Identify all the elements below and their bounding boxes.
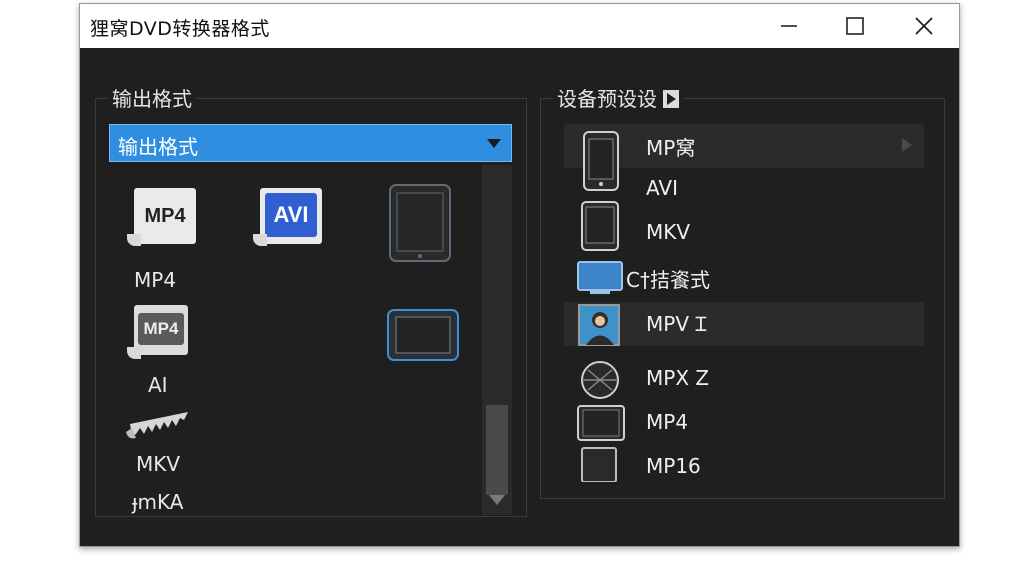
- scroll-down-arrow-icon[interactable]: [489, 495, 505, 505]
- device-item[interactable]: MP16: [564, 446, 924, 490]
- format-item-ai[interactable]: MP4 AI: [124, 303, 204, 403]
- close-icon: [915, 17, 933, 35]
- mp4-file-icon: MP4: [134, 188, 196, 244]
- minimize-button[interactable]: [760, 4, 818, 48]
- avi-badge-text: AVI: [273, 202, 309, 227]
- output-format-dropdown[interactable]: 输出格式: [109, 124, 512, 162]
- tablet-landscape-icon: [577, 405, 625, 441]
- monitor-icon: [577, 261, 623, 294]
- device-icon: [581, 447, 617, 482]
- device-item-label: AVI: [646, 176, 678, 200]
- device-item-label: MP窝: [646, 136, 696, 160]
- mp4-small-inner: MP4: [138, 313, 184, 345]
- device-presets-group-label: 设备预设设: [553, 83, 684, 112]
- close-button[interactable]: [895, 4, 953, 48]
- mp4-badge-text: MP4: [144, 204, 186, 227]
- maximize-button[interactable]: [826, 4, 884, 48]
- device-item[interactable]: MP窝: [564, 124, 924, 191]
- mp4-small-file-icon: MP4: [134, 305, 188, 355]
- person-photo-icon: [578, 304, 620, 346]
- window-title: 狸窝DVD转换器格式: [90, 18, 270, 40]
- format-item-tablet[interactable]: [388, 183, 454, 263]
- play-arrow-icon[interactable]: [663, 90, 680, 108]
- device-item[interactable]: MPX Z: [564, 358, 924, 402]
- format-item-label: AI: [148, 373, 168, 397]
- format-item-label: MP4: [134, 268, 177, 292]
- device-item[interactable]: MKV: [564, 201, 924, 256]
- device-item[interactable]: MP4: [564, 402, 924, 446]
- avi-badge-inner: AVI: [265, 193, 317, 237]
- output-format-dropdown-value: 输出格式: [118, 135, 198, 159]
- tablet-icon: [581, 201, 619, 251]
- device-item-label: MKV: [646, 220, 691, 244]
- device-item-label: MPX Z: [646, 366, 710, 390]
- mkv-file-icon: [126, 412, 188, 439]
- maximize-icon: [846, 17, 864, 35]
- scrollbar-thumb[interactable]: [486, 405, 508, 495]
- file-curl: [127, 347, 141, 359]
- tablet-landscape-icon: [387, 309, 459, 361]
- device-item-label: MPV Ɪ: [646, 312, 707, 336]
- chevron-down-icon: [487, 139, 501, 148]
- format-item-mp4[interactable]: MP4 MP4: [124, 186, 204, 296]
- title-bar[interactable]: 狸窝DVD转换器格式: [80, 4, 959, 48]
- chevron-right-icon: [902, 138, 912, 152]
- format-item-tablet-landscape[interactable]: [386, 308, 462, 364]
- format-list-scrollbar[interactable]: [482, 165, 512, 515]
- client-area: 输出格式 输出格式 MP4 MP4 AVI MP4 AI MKV ɟmKA 设备…: [80, 48, 959, 546]
- device-presets-label-text: 设备预设设: [557, 87, 657, 111]
- device-item-label: MP16: [646, 454, 701, 478]
- format-item-label: MKV: [136, 452, 181, 476]
- file-curl: [253, 234, 267, 246]
- output-format-group-label: 输出格式: [108, 83, 196, 112]
- device-item[interactable]: MPV Ɪ: [564, 302, 924, 346]
- globe-icon: [581, 361, 619, 399]
- mp4-small-badge-text: MP4: [143, 319, 179, 338]
- tablet-icon: [389, 184, 451, 262]
- format-item-label[interactable]: ɟmKA: [132, 490, 183, 514]
- avi-file-icon: AVI: [260, 188, 322, 244]
- device-item-label: MP4: [646, 410, 689, 434]
- format-item-mkv[interactable]: MKV: [124, 406, 214, 486]
- device-item-label: C†拮餈式: [626, 268, 710, 292]
- minimize-icon: [781, 25, 797, 27]
- file-curl: [127, 234, 141, 246]
- app-window: 狸窝DVD转换器格式 输出格式 输出格式 MP4 MP4 AVI MP4 AI …: [79, 3, 960, 547]
- format-item-avi[interactable]: AVI: [250, 186, 330, 256]
- device-item[interactable]: C†拮餈式: [564, 256, 924, 300]
